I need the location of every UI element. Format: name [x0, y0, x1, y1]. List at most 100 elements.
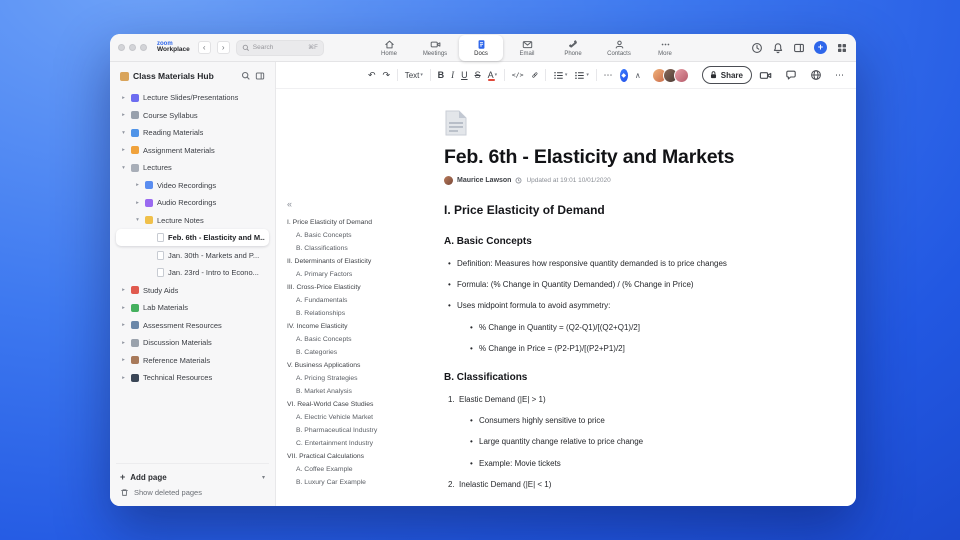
sidebar-item[interactable]: ▸ Lab Materials [116, 299, 269, 316]
doc-block[interactable]: • Uses midpoint formula to avoid asymmet… [444, 301, 818, 311]
sidebar-item[interactable]: ▸ Audio Recordings [116, 194, 269, 211]
tab-docs[interactable]: Docs [459, 35, 503, 61]
chevron-icon[interactable]: ▸ [120, 375, 127, 381]
code-button[interactable]: </> [512, 71, 524, 79]
outline-item[interactable]: A. Coffee Example [287, 463, 442, 476]
add-page-button[interactable]: + Add page ▾ [116, 469, 269, 485]
outline-item[interactable]: III. Cross-Price Elasticity [287, 281, 442, 294]
sidebar-item[interactable]: ▸ Lecture Slides/Presentations [116, 89, 269, 106]
text-color-button[interactable]: A ▾ [488, 70, 498, 80]
share-button[interactable]: Share [701, 66, 752, 84]
show-deleted-button[interactable]: Show deleted pages [116, 485, 269, 500]
sidebar-collapse-icon[interactable] [255, 71, 265, 81]
tab-phone[interactable]: Phone [551, 35, 595, 61]
chevron-icon[interactable]: ▾ [134, 217, 141, 223]
chevron-icon[interactable]: ▸ [120, 340, 127, 346]
outline-item[interactable]: A. Fundamentals [287, 294, 442, 307]
sidebar-item[interactable]: ▸ Assignment Materials [116, 142, 269, 159]
chevron-icon[interactable]: ▸ [120, 322, 127, 328]
chevron-icon[interactable]: ▾ [120, 130, 127, 136]
doc-block[interactable]: • Consumers highly sensitive to price [444, 416, 818, 426]
more-formatting-button[interactable]: ⋯ [604, 70, 613, 81]
doc-title[interactable]: Feb. 6th - Elasticity and Markets [444, 146, 818, 169]
comment-icon[interactable] [785, 69, 797, 81]
doc-block[interactable]: • Large quantity change relative to pric… [444, 437, 818, 447]
new-button[interactable]: + [814, 41, 827, 54]
nav-back-button[interactable]: ‹ [197, 41, 211, 54]
doc-block[interactable]: • Definition: Measures how responsive qu… [444, 259, 818, 269]
outline-item[interactable]: V. Business Applications [287, 359, 442, 372]
redo-button[interactable]: ↷ [383, 70, 391, 81]
sidebar-item[interactable]: Feb. 6th - Elasticity and M... [116, 229, 269, 246]
outline-item[interactable]: A. Basic Concepts [287, 229, 442, 242]
outline-item[interactable]: IV. Income Elasticity [287, 320, 442, 333]
outline-item[interactable]: C. Entertainment Industry [287, 437, 442, 450]
ai-companion-button[interactable]: ◆ [619, 68, 628, 82]
outline-item[interactable]: A. Electric Vehicle Market [287, 411, 442, 424]
doc-block[interactable]: • % Change in Quantity = (Q2-Q1)/[(Q2+Q1… [444, 323, 818, 333]
sidebar-item[interactable]: ▾ Lectures [116, 159, 269, 176]
text-style-dropdown[interactable]: Text ▾ [405, 71, 423, 80]
chevron-icon[interactable]: ▸ [120, 287, 127, 293]
chevron-icon[interactable]: ▸ [120, 305, 127, 311]
document-content[interactable]: Feb. 6th - Elasticity and Markets Mauric… [444, 109, 818, 491]
sidebar-item[interactable]: Jan. 23rd - Intro to Econo... [116, 264, 269, 281]
sidebar-item[interactable]: ▸ Study Aids [116, 282, 269, 299]
outline-item[interactable]: II. Determinants of Elasticity [287, 255, 442, 268]
outline-item[interactable]: A. Basic Concepts [287, 333, 442, 346]
doc-block[interactable]: • Example: Movie tickets [444, 459, 818, 469]
search-input[interactable]: Search ⌘F [235, 39, 324, 56]
doc-block[interactable]: • % Change in Price = (P2-P1)/[(P2+P1)/2… [444, 344, 818, 354]
clock-icon[interactable] [751, 42, 763, 54]
link-icon[interactable] [531, 69, 539, 81]
outline-item[interactable]: B. Categories [287, 346, 442, 359]
sidebar-search-icon[interactable] [241, 71, 251, 81]
bold-button[interactable]: B [438, 70, 445, 80]
sidebar-item[interactable]: ▸ Discussion Materials [116, 334, 269, 351]
add-page-chevron-icon[interactable]: ▾ [262, 474, 265, 481]
strikethrough-button[interactable]: S [475, 70, 481, 80]
sidebar-item[interactable]: ▸ Assessment Resources [116, 317, 269, 334]
outline-item[interactable]: B. Pharmaceutical Industry [287, 424, 442, 437]
chevron-icon[interactable]: ▸ [120, 95, 127, 101]
outline-item[interactable]: A. Primary Factors [287, 268, 442, 281]
doc-block[interactable]: 2. Inelastic Demand (|E| < 1) [444, 480, 818, 490]
undo-button[interactable]: ↶ [368, 70, 376, 81]
outline-collapse-button[interactable]: « [287, 199, 442, 209]
tab-contacts[interactable]: Contacts [597, 35, 641, 61]
apps-grid-icon[interactable] [836, 42, 848, 54]
collapse-toolbar-button[interactable]: ∧ [635, 71, 641, 80]
outline-item[interactable]: B. Relationships [287, 307, 442, 320]
collaborator-avatar[interactable] [673, 67, 689, 83]
chevron-icon[interactable]: ▸ [120, 357, 127, 363]
globe-icon[interactable] [810, 69, 822, 81]
tab-email[interactable]: Email [505, 35, 549, 61]
doc-block[interactable]: B. Classifications [444, 371, 818, 384]
tab-more[interactable]: More [643, 35, 687, 61]
minimize-button[interactable] [129, 44, 136, 51]
panel-icon[interactable] [793, 42, 805, 54]
outline-item[interactable]: B. Classifications [287, 242, 442, 255]
sidebar-item[interactable]: ▸ Reference Materials [116, 352, 269, 369]
more-options-button[interactable]: ⋯ [835, 70, 844, 81]
chevron-icon[interactable]: ▾ [120, 165, 127, 171]
bell-icon[interactable] [772, 42, 784, 54]
bullet-list-dropdown[interactable]: ▾ [553, 70, 567, 81]
doc-block[interactable]: A. Basic Concepts [444, 235, 818, 248]
sidebar-item[interactable]: ▸ Course Syllabus [116, 107, 269, 124]
chevron-icon[interactable]: ▸ [134, 182, 141, 188]
chevron-icon[interactable]: ▸ [120, 147, 127, 153]
tab-meetings[interactable]: Meetings [413, 35, 457, 61]
sidebar-item[interactable]: ▸ Video Recordings [116, 177, 269, 194]
zoom-button[interactable] [140, 44, 147, 51]
underline-button[interactable]: U [461, 70, 468, 80]
outline-item[interactable]: B. Market Analysis [287, 385, 442, 398]
outline-item[interactable]: A. Pricing Strategies [287, 372, 442, 385]
italic-button[interactable]: I [451, 70, 454, 80]
close-button[interactable] [118, 44, 125, 51]
outline-item[interactable]: VI. Real-World Case Studies [287, 398, 442, 411]
sidebar-item[interactable]: ▾ Lecture Notes [116, 212, 269, 229]
sidebar-item[interactable]: ▸ Technical Resources [116, 369, 269, 386]
chevron-icon[interactable]: ▸ [134, 200, 141, 206]
outline-item[interactable]: I. Price Elasticity of Demand [287, 216, 442, 229]
